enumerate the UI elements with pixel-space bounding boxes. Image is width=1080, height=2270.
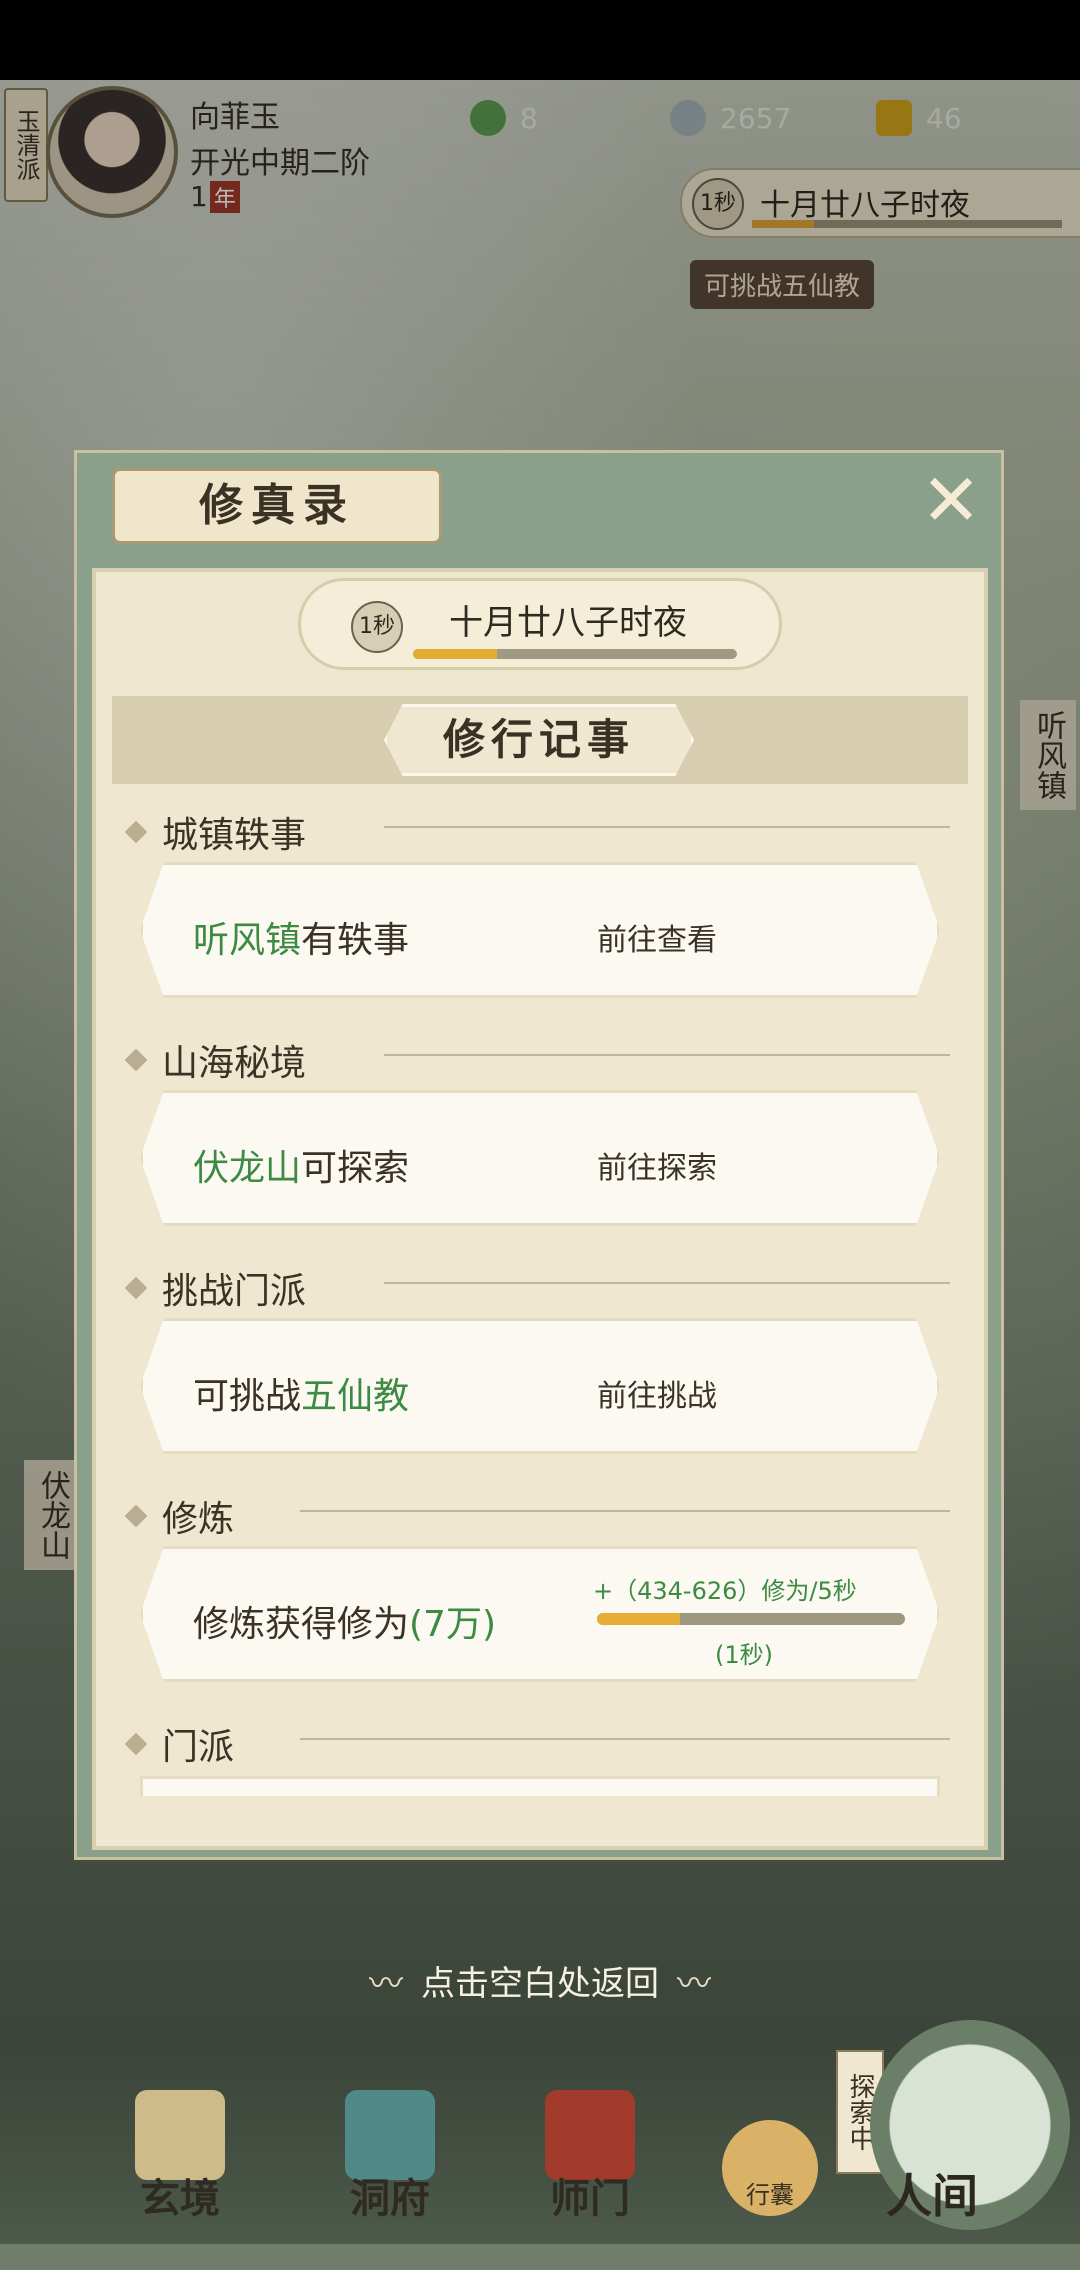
- card-challenge-sect[interactable]: 可挑战五仙教 前往挑战: [140, 1318, 940, 1454]
- card-text: 伏龙山可探索: [193, 1139, 409, 1191]
- close-button[interactable]: ✕: [918, 464, 984, 536]
- status-bar: [0, 0, 1080, 80]
- category-challenge-sect: 挑战门派: [124, 1262, 307, 1314]
- cultivation-progress: [597, 1613, 905, 1625]
- category-title: 门派: [162, 1727, 235, 1768]
- card-text: 可挑战五仙教: [193, 1367, 409, 1419]
- card-town-events[interactable]: 听风镇有轶事 前往查看: [140, 862, 940, 998]
- category-secret-realm: 山海秘境: [124, 1034, 307, 1086]
- divider: [384, 1282, 950, 1284]
- diamond-icon: [124, 1732, 148, 1756]
- category-title: 挑战门派: [162, 1271, 307, 1312]
- category-title: 城镇轶事: [162, 815, 307, 856]
- tap-blank-to-return[interactable]: 〰点击空白处返回〰: [0, 1956, 1080, 2005]
- card-highlight: 听风镇: [193, 920, 302, 961]
- card-cultivate[interactable]: 修炼获得修为(7万) +（434-626）修为/5秒 (1秒): [140, 1546, 940, 1682]
- cultivation-rate: +（434-626）修为/5秒: [593, 1577, 857, 1605]
- clock-icon: 1秒: [351, 601, 403, 653]
- category-title: 修炼: [162, 1499, 235, 1540]
- date-card-text: 十月廿八子时夜: [449, 603, 687, 643]
- card-highlight: (7万): [409, 1604, 497, 1645]
- nav-label: 人间: [886, 2169, 978, 2223]
- nav-shimen[interactable]: 师门: [520, 2090, 660, 2230]
- card-sect[interactable]: [140, 1776, 940, 1796]
- go-challenge-button[interactable]: 前往挑战: [597, 1371, 717, 1415]
- diamond-icon: [124, 820, 148, 844]
- card-highlight: 五仙教: [301, 1376, 410, 1417]
- close-icon: ✕: [920, 458, 982, 542]
- go-view-button[interactable]: 前往查看: [597, 915, 717, 959]
- card-suffix: 可探索: [301, 1148, 410, 1189]
- nav-label: 行囊: [746, 2181, 794, 2209]
- card-highlight: 伏龙山: [193, 1148, 302, 1189]
- card-secret-realm[interactable]: 伏龙山可探索 前往探索: [140, 1090, 940, 1226]
- section-title: 修行记事: [384, 704, 694, 776]
- cloud-ornament-icon: 〰: [369, 1964, 403, 2004]
- diamond-icon: [124, 1048, 148, 1072]
- diamond-icon: [124, 1276, 148, 1300]
- hint-text: 点击空白处返回: [421, 1964, 659, 2004]
- date-card: 1秒 十月廿八子时夜: [298, 578, 782, 670]
- card-label: 修炼获得修为: [193, 1604, 410, 1645]
- nav-bag[interactable]: 行囊: [722, 2120, 818, 2216]
- card-text: 修炼获得修为(7万): [193, 1595, 496, 1647]
- go-explore-button[interactable]: 前往探索: [597, 1143, 717, 1187]
- nav-label: 师门: [550, 2175, 630, 2222]
- category-title: 山海秘境: [162, 1043, 307, 1084]
- card-prefix: 可挑战: [193, 1376, 302, 1417]
- nav-xuanjing[interactable]: 玄境: [110, 2090, 250, 2230]
- divider: [300, 1510, 950, 1512]
- modal-title: 修真录: [112, 468, 442, 544]
- nav-label: 玄境: [140, 2175, 220, 2222]
- category-town-events: 城镇轶事: [124, 806, 307, 858]
- card-text: 听风镇有轶事: [193, 911, 409, 963]
- cloud-ornament-icon: 〰: [677, 1964, 711, 2004]
- card-suffix: 有轶事: [301, 920, 410, 961]
- divider: [384, 826, 950, 828]
- category-cultivate: 修炼: [124, 1490, 235, 1542]
- nav-renjian[interactable]: 人间: [870, 2020, 1070, 2230]
- date-card-progress: [413, 649, 737, 659]
- nav-label: 洞府: [350, 2175, 430, 2222]
- divider: [300, 1738, 950, 1740]
- nav-dongfu[interactable]: 洞府: [320, 2090, 460, 2230]
- cultivation-timer: (1秒): [715, 1641, 773, 1669]
- divider: [384, 1054, 950, 1056]
- category-sect: 门派: [124, 1718, 235, 1770]
- diamond-icon: [124, 1504, 148, 1528]
